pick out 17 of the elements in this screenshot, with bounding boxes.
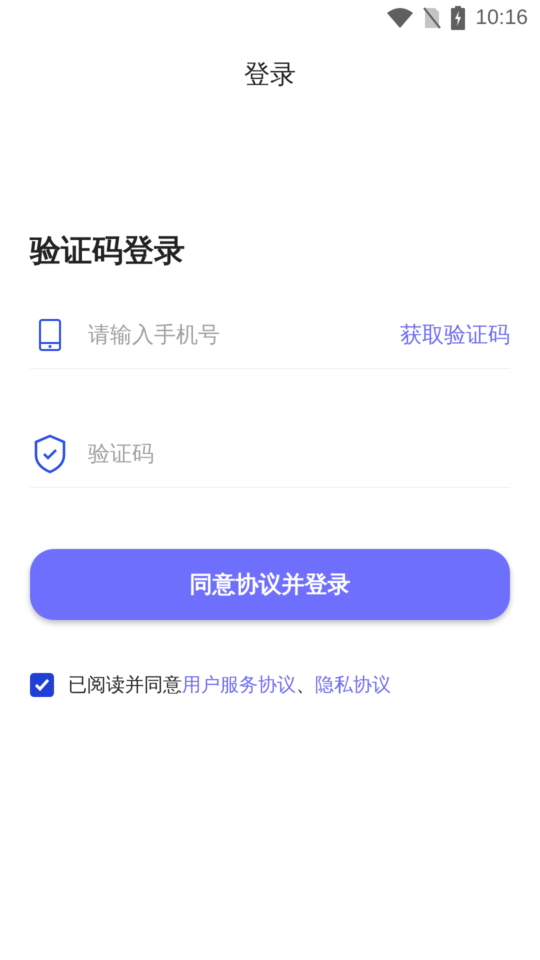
agreement-link[interactable]: 隐私协议 bbox=[315, 674, 391, 696]
status-time: 10:16 bbox=[475, 6, 528, 30]
phone-input-field[interactable]: 请输入手机号 bbox=[86, 322, 400, 348]
code-input-field[interactable]: 验证码 bbox=[86, 440, 510, 468]
agreement-checkbox[interactable] bbox=[30, 673, 54, 697]
page-title: 登录 bbox=[244, 58, 296, 92]
login-heading: 验证码登录 bbox=[30, 232, 186, 271]
agreement-text: 已阅读并同意用户服务协议、隐私协议 bbox=[68, 673, 391, 698]
agreement-link[interactable]: 用户服务协议 bbox=[182, 674, 296, 696]
no-sim-icon bbox=[423, 7, 442, 29]
get-code-link[interactable]: 获取验证码 bbox=[400, 320, 510, 350]
wifi-icon bbox=[387, 8, 414, 28]
shield-check-icon bbox=[33, 434, 67, 474]
checkmark-icon bbox=[34, 678, 50, 692]
battery-charging-icon bbox=[451, 6, 466, 30]
phone-icon bbox=[38, 319, 62, 351]
login-button[interactable]: 同意协议并登录 bbox=[30, 549, 510, 620]
